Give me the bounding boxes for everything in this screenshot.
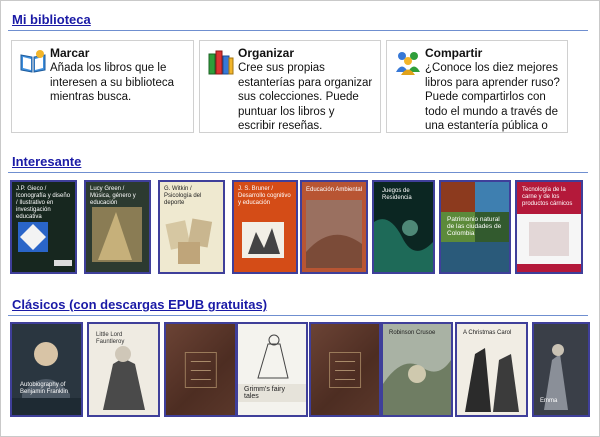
cover-plate [329, 352, 361, 388]
book-title: Lucy Green / Música, género y educación [90, 186, 136, 206]
book-title: Tecnología de la carne y de los producto… [522, 187, 573, 207]
book-cover[interactable]: Robinson Crusoe [381, 322, 453, 417]
card-title: Marcar [50, 46, 90, 60]
book-title: Autobiography of Benjamin Franklin [20, 382, 69, 395]
card-title: Compartir [425, 46, 483, 60]
card-text: Cree sus propias estanterías para organi… [238, 62, 373, 132]
card-organize: Organizar Cree sus propias estanterías p… [199, 40, 381, 133]
book-cover[interactable]: Tecnología de la carne y de los producto… [515, 180, 583, 274]
book-title: Grimm's fairy tales [244, 386, 285, 400]
book-cover[interactable]: Lucy Green / Música, género y educación [84, 180, 151, 274]
book-title: Juegos de Residencia [382, 188, 412, 201]
book-cover[interactable]: Grimm's fairy tales [236, 322, 308, 417]
book-title: Little Lord Fauntleroy [96, 332, 125, 345]
book-cover[interactable]: Emma [532, 322, 590, 417]
book-cover[interactable]: Patrimonio natural de las ciudades de Co… [439, 180, 511, 274]
book-cover[interactable] [309, 322, 381, 417]
book-title: J. S. Bruner / Desarrollo cognitivo y ed… [238, 186, 291, 206]
book-title: Educación Ambiental [306, 187, 363, 193]
people-icon [394, 48, 422, 76]
card-text: Añada los libros que le interesen a su b… [50, 62, 175, 103]
books-stack-icon [207, 48, 235, 76]
divider [8, 30, 588, 31]
library-title-link[interactable]: Mi biblioteca [12, 12, 91, 27]
book-cover[interactable] [164, 322, 237, 417]
book-cover[interactable]: Autobiography of Benjamin Franklin [10, 322, 83, 417]
book-title: Patrimonio natural de las ciudades de Co… [447, 216, 502, 237]
card-mark: Marcar Añada los libros que le interesen… [11, 40, 194, 133]
book-title: G. Witkin / Psicología del deporte [164, 186, 202, 206]
book-title: A Christmas Carol [463, 330, 512, 336]
book-title: J.P. Gieco / Iconografía y diseño / Ilus… [16, 186, 71, 220]
book-title: Robinson Crusoe [389, 330, 436, 336]
book-cover[interactable]: G. Witkin / Psicología del deporte [158, 180, 225, 274]
book-cover[interactable]: Educación Ambiental [300, 180, 368, 274]
book-cover[interactable]: J. S. Bruner / Desarrollo cognitivo y ed… [232, 180, 298, 274]
book-title: Emma [540, 398, 558, 404]
book-cover[interactable]: A Christmas Carol [455, 322, 528, 417]
interesting-title-link[interactable]: Interesante [12, 154, 81, 169]
cover-plate [184, 352, 217, 388]
card-share: Compartir ¿Conoce los diez mejores libro… [386, 40, 568, 133]
card-title: Organizar [238, 46, 295, 60]
card-text: ¿Conoce los diez mejores libros para apr… [425, 62, 560, 132]
divider [8, 172, 588, 173]
book-cover[interactable]: J.P. Gieco / Iconografía y diseño / Ilus… [10, 180, 77, 274]
classics-title-link[interactable]: Clásicos (con descargas EPUB gratuitas) [12, 297, 267, 312]
book-cover[interactable]: Little Lord Fauntleroy [87, 322, 160, 417]
open-book-icon [19, 48, 47, 76]
divider [8, 315, 588, 316]
book-cover[interactable]: Juegos de Residencia [372, 180, 435, 274]
